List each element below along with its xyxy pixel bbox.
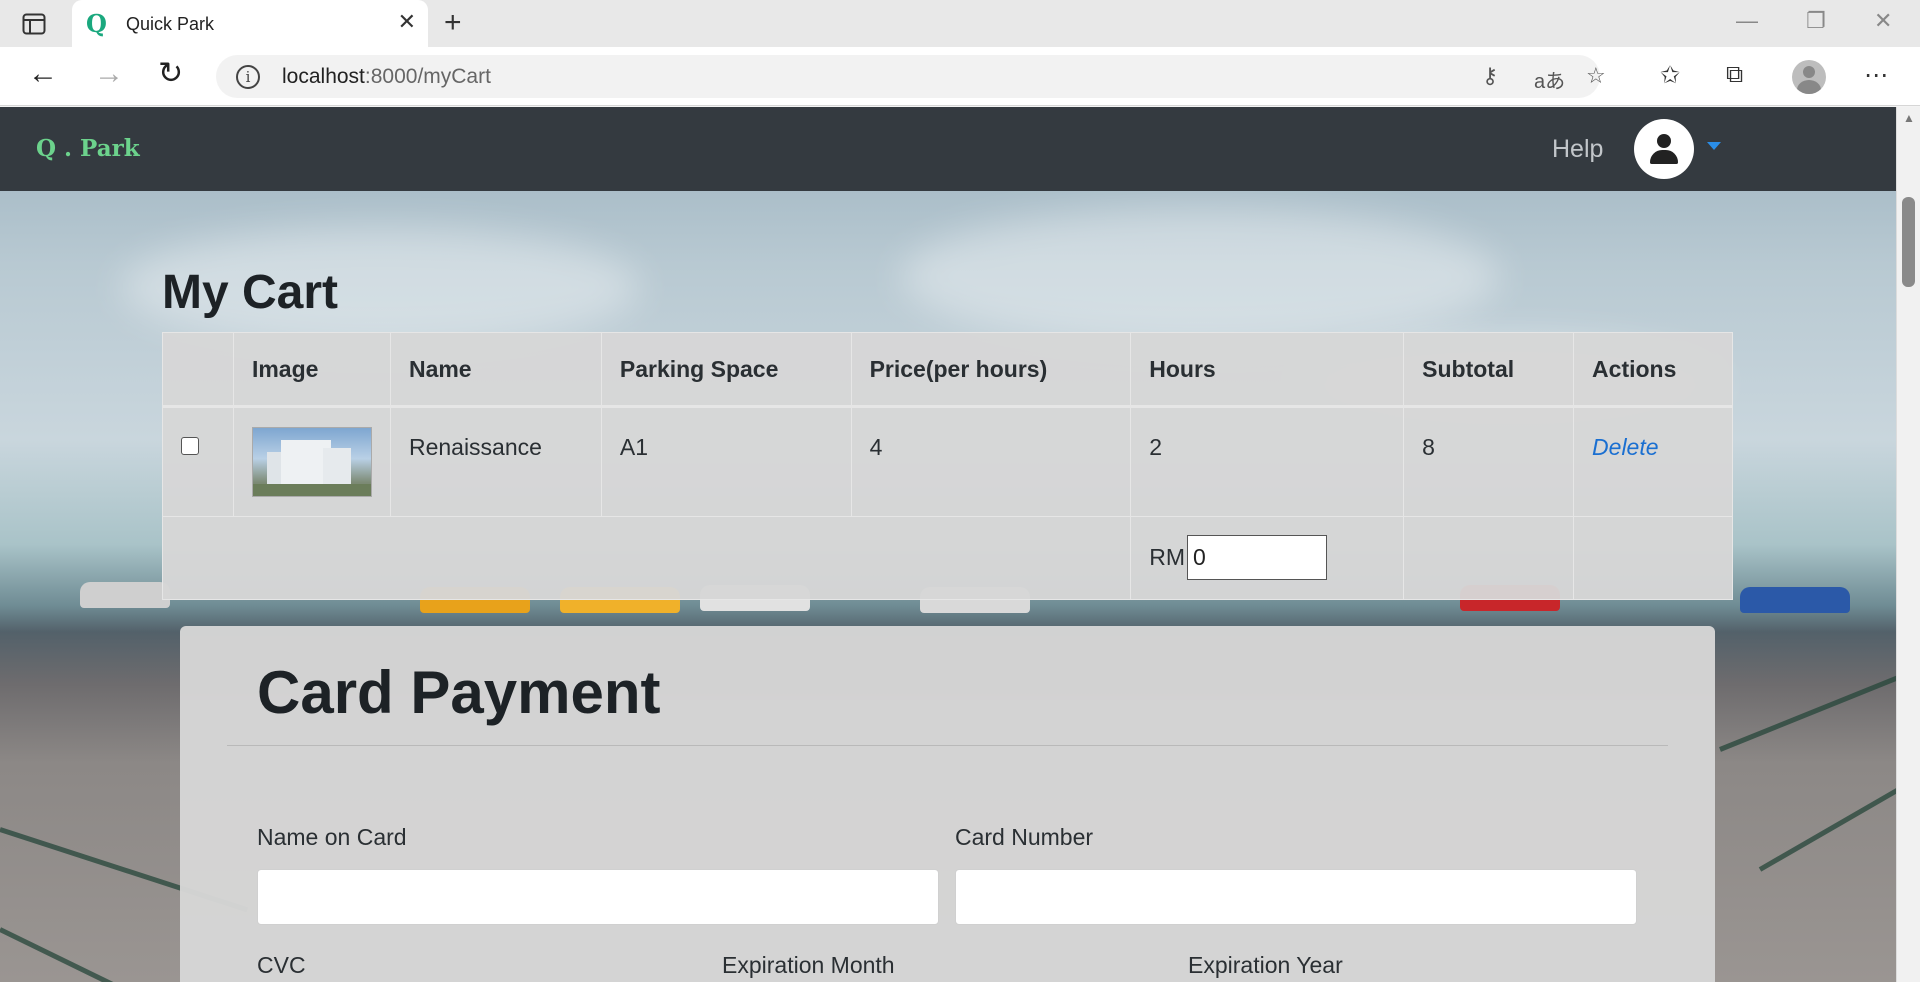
site-info-icon[interactable]: i: [236, 65, 260, 89]
parking-space-cell: A1: [600, 406, 852, 517]
browser-tab-bar: Q Quick Park ✕ + — ❐ ✕: [0, 0, 1920, 47]
name-on-card-input[interactable]: [257, 869, 939, 925]
card-number-input[interactable]: [955, 869, 1637, 925]
add-favorite-icon[interactable]: ☆: [1586, 63, 1606, 89]
collections-icon[interactable]: ⧉: [1726, 61, 1743, 89]
address-bar[interactable]: i localhost:8000/myCart ⚷ aあ ☆: [216, 55, 1606, 98]
header-subtotal: Subtotal: [1403, 332, 1575, 408]
page-scrollbar[interactable]: ▲: [1896, 107, 1920, 982]
payment-divider: [227, 745, 1668, 746]
name-cell: Renaissance: [389, 406, 602, 517]
table-row: Renaissance A1 4 2 8 Delete: [162, 406, 1733, 517]
total-spacer: [161, 516, 1132, 600]
expiration-month-label: Expiration Month: [722, 952, 895, 978]
parking-location-image: [251, 427, 372, 497]
header-name: Name: [389, 332, 602, 408]
select-cell: [162, 406, 234, 517]
close-tab-icon[interactable]: ✕: [398, 9, 416, 35]
total-amount-input[interactable]: [1187, 535, 1328, 580]
scroll-up-icon[interactable]: ▲: [1903, 111, 1915, 125]
key-icon[interactable]: ⚷: [1482, 63, 1498, 89]
restore-icon[interactable]: ❐: [1806, 8, 1826, 34]
minimize-icon[interactable]: —: [1736, 8, 1758, 34]
header-price: Price(per hours): [850, 332, 1132, 408]
card-number-label: Card Number: [955, 824, 1094, 850]
user-avatar-icon[interactable]: [1634, 119, 1694, 179]
delete-link[interactable]: Delete: [1592, 434, 1658, 460]
profile-icon[interactable]: [1792, 60, 1826, 94]
help-link[interactable]: Help: [1552, 135, 1603, 164]
page-viewport: Q . Park Help My Cart Image Name Parking…: [0, 107, 1896, 982]
cart-title: My Cart: [162, 266, 339, 319]
back-icon[interactable]: ←: [28, 59, 58, 89]
tab-actions-icon[interactable]: [18, 10, 50, 38]
header-actions: Actions: [1573, 332, 1733, 408]
total-empty-cell-2: [1573, 516, 1733, 600]
cvc-label: CVC: [257, 952, 306, 978]
site-navbar: Q . Park Help: [0, 107, 1896, 191]
header-select: [162, 332, 234, 408]
name-on-card-label: Name on Card: [257, 824, 407, 850]
image-cell: [232, 406, 391, 517]
header-image: Image: [232, 332, 391, 408]
currency-label: RM: [1149, 544, 1186, 570]
actions-cell: Delete: [1573, 406, 1733, 517]
dropdown-caret-icon[interactable]: [1707, 142, 1721, 150]
subtotal-cell: 8: [1403, 406, 1575, 517]
scroll-thumb[interactable]: [1902, 197, 1915, 287]
new-tab-icon[interactable]: +: [444, 6, 462, 40]
brand-logo[interactable]: Q . Park: [36, 135, 140, 162]
expiration-year-label: Expiration Year: [1188, 952, 1343, 978]
read-aloud-icon[interactable]: aあ: [1534, 65, 1565, 94]
hours-cell: 2: [1130, 406, 1405, 517]
quick-park-favicon-icon: Q: [86, 9, 107, 38]
header-parking-space: Parking Space: [600, 332, 852, 408]
total-cell: RM: [1130, 516, 1405, 600]
reload-icon[interactable]: ↻: [158, 59, 183, 89]
tab-title: Quick Park: [126, 14, 215, 34]
row-checkbox[interactable]: [181, 437, 199, 455]
url-text: localhost:8000/myCart: [282, 65, 491, 88]
browser-toolbar: ← → ↻ i localhost:8000/myCart ⚷ aあ ☆ ✩ ⧉…: [0, 47, 1920, 106]
cart-header-row: Image Name Parking Space Price(per hours…: [162, 332, 1733, 408]
card-payment-panel: Card Payment Name on Card Card Number CV…: [180, 626, 1715, 982]
total-row: RM: [161, 516, 1733, 600]
cart-table: Image Name Parking Space Price(per hours…: [161, 332, 1733, 600]
header-hours: Hours: [1130, 332, 1405, 408]
browser-tab-active[interactable]: Q Quick Park ✕: [72, 0, 428, 47]
close-window-icon[interactable]: ✕: [1874, 8, 1892, 34]
forward-icon[interactable]: →: [94, 59, 124, 89]
more-options-icon[interactable]: ⋯: [1864, 61, 1888, 90]
payment-title: Card Payment: [257, 659, 661, 726]
total-empty-cell-1: [1403, 516, 1575, 600]
favorites-icon[interactable]: ✩: [1660, 61, 1680, 90]
price-cell: 4: [850, 406, 1132, 517]
